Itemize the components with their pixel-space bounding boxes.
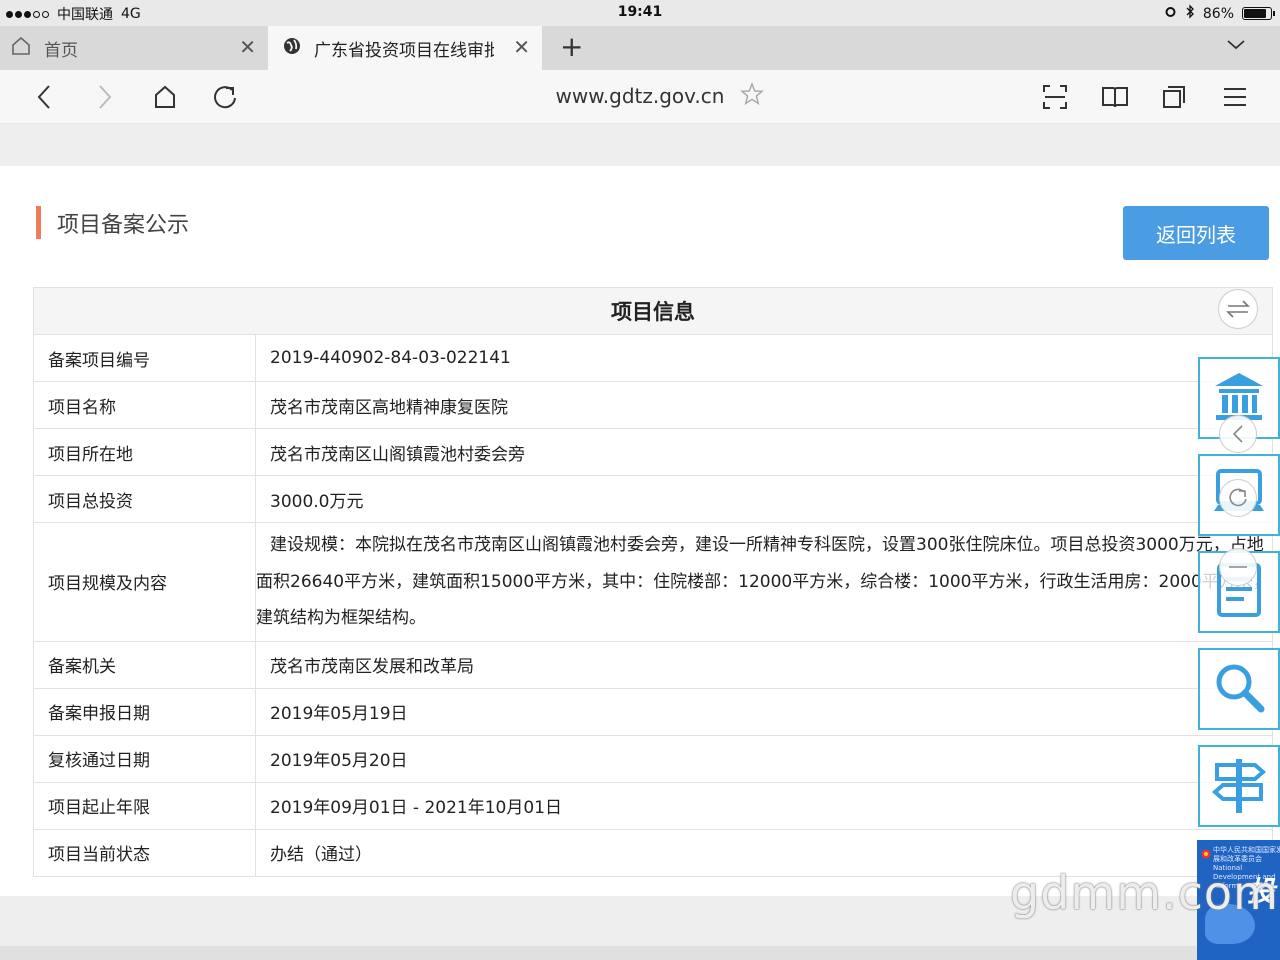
guide-button[interactable]	[1198, 745, 1280, 827]
address-bar: www.gdtz.gov.cn	[0, 70, 1280, 124]
chevron-down-icon[interactable]	[1226, 36, 1246, 55]
scan-icon[interactable]	[1039, 81, 1071, 113]
content-card: 项目备案公示 返回列表 项目信息 备案项目编号 2019-440902-84-03…	[0, 166, 1280, 896]
star-icon[interactable]	[740, 81, 764, 110]
accent-bar	[36, 206, 41, 239]
tab-home[interactable]: 首页 ✕	[0, 26, 268, 70]
bookmarks-icon[interactable]	[1099, 81, 1131, 113]
home-icon[interactable]	[149, 81, 181, 113]
row-value: 2019年05月19日	[255, 687, 1273, 736]
row-value: 2019年09月01日 - 2021年10月01日	[255, 781, 1273, 830]
row-value: 2019年05月20日	[255, 734, 1273, 783]
search-icon	[1211, 659, 1267, 719]
section-heading: 项目备案公示	[36, 206, 189, 239]
home-icon	[10, 36, 32, 61]
row-value: 建设规模：本院拟在茂名市茂南区山阁镇霞池村委会旁，建设一所精神专科医院，设置30…	[255, 522, 1273, 642]
back-icon[interactable]	[28, 81, 60, 113]
battery-percent: 86%	[1202, 5, 1234, 22]
status-bar: 中国联通 4G 19:41 86%	[0, 0, 1280, 26]
table-row: 备案机关 茂名市茂南区发展和改革局	[33, 640, 1273, 689]
table-row: 项目规模及内容 建设规模：本院拟在茂名市茂南区山阁镇霞池村委会旁，建设一所精神专科…	[33, 522, 1273, 642]
row-label: 项目所在地	[33, 428, 256, 476]
row-label: 项目当前状态	[33, 828, 256, 877]
row-value: 茂名市茂南区发展和改革局	[255, 640, 1273, 689]
tab-active[interactable]: 广东省投资项目在线审批 ✕	[268, 26, 542, 70]
battery-icon	[1242, 7, 1275, 20]
row-label: 备案机关	[33, 640, 256, 689]
url-field[interactable]: www.gdtz.gov.cn	[556, 84, 725, 108]
carrier-name: 中国联通	[57, 7, 113, 23]
close-icon[interactable]: ✕	[239, 35, 256, 59]
section-title: 项目备案公示	[57, 212, 190, 238]
row-label: 备案项目编号	[33, 334, 256, 382]
row-label: 项目总投资	[33, 475, 256, 523]
national-emblem-icon	[1201, 844, 1211, 863]
tab-title: 广东省投资项目在线审批	[314, 40, 494, 61]
clock: 19:41	[617, 4, 663, 20]
tab-title: 首页	[44, 40, 78, 61]
tabs-overview-icon[interactable]	[1158, 81, 1190, 113]
forward-icon[interactable]	[89, 81, 121, 113]
network-type: 4G	[121, 6, 141, 22]
row-value: 茂名市茂南区山阁镇霞池村委会旁	[255, 428, 1273, 476]
row-value: 3000.0万元	[255, 475, 1273, 523]
project-info-table: 项目信息 备案项目编号 2019-440902-84-03-022141 项目名称…	[33, 287, 1273, 877]
new-tab-icon[interactable]: +	[560, 30, 583, 63]
table-row: 项目所在地 茂名市茂南区山阁镇霞池村委会旁	[33, 428, 1273, 476]
globe-icon	[282, 36, 302, 61]
row-label: 项目起止年限	[33, 781, 256, 830]
search-button[interactable]	[1198, 648, 1280, 730]
watermark: gdmm.com	[1010, 866, 1279, 920]
close-icon[interactable]: ✕	[513, 35, 530, 59]
carrier-info: 中国联通 4G	[6, 4, 141, 24]
signal-icon	[6, 10, 49, 18]
table-row: 项目总投资 3000.0万元	[33, 475, 1273, 523]
chevron-left-icon[interactable]	[1219, 415, 1257, 453]
tab-bar: 首页 ✕ 广东省投资项目在线审批 ✕ +	[0, 26, 1280, 70]
alarm-icon	[1164, 5, 1177, 22]
bluetooth-icon	[1185, 4, 1195, 23]
swap-icon[interactable]	[1218, 289, 1258, 329]
row-label: 项目规模及内容	[33, 522, 256, 642]
table-title: 项目信息	[33, 287, 1273, 335]
refresh-icon[interactable]	[1219, 479, 1257, 517]
menu-icon[interactable]	[1219, 81, 1251, 113]
signpost-icon	[1211, 753, 1267, 819]
row-label: 备案申报日期	[33, 687, 256, 736]
row-value: 2019-440902-84-03-022141	[255, 334, 1273, 382]
table-row: 复核通过日期 2019年05月20日	[33, 734, 1273, 783]
row-value: 茂名市茂南区高地精神康复医院	[255, 381, 1273, 429]
page-bottom	[0, 946, 1280, 960]
minus-icon[interactable]	[1219, 548, 1257, 586]
table-row: 项目名称 茂名市茂南区高地精神康复医院	[33, 381, 1273, 429]
table-row: 备案申报日期 2019年05月19日	[33, 687, 1273, 736]
row-label: 复核通过日期	[33, 734, 256, 783]
row-label: 项目名称	[33, 381, 256, 429]
back-to-list-button[interactable]: 返回列表	[1123, 206, 1269, 260]
table-row: 备案项目编号 2019-440902-84-03-022141	[33, 334, 1273, 382]
table-row: 项目起止年限 2019年09月01日 - 2021年10月01日	[33, 781, 1273, 830]
reload-icon[interactable]	[209, 81, 241, 113]
status-right: 86%	[1164, 4, 1275, 23]
